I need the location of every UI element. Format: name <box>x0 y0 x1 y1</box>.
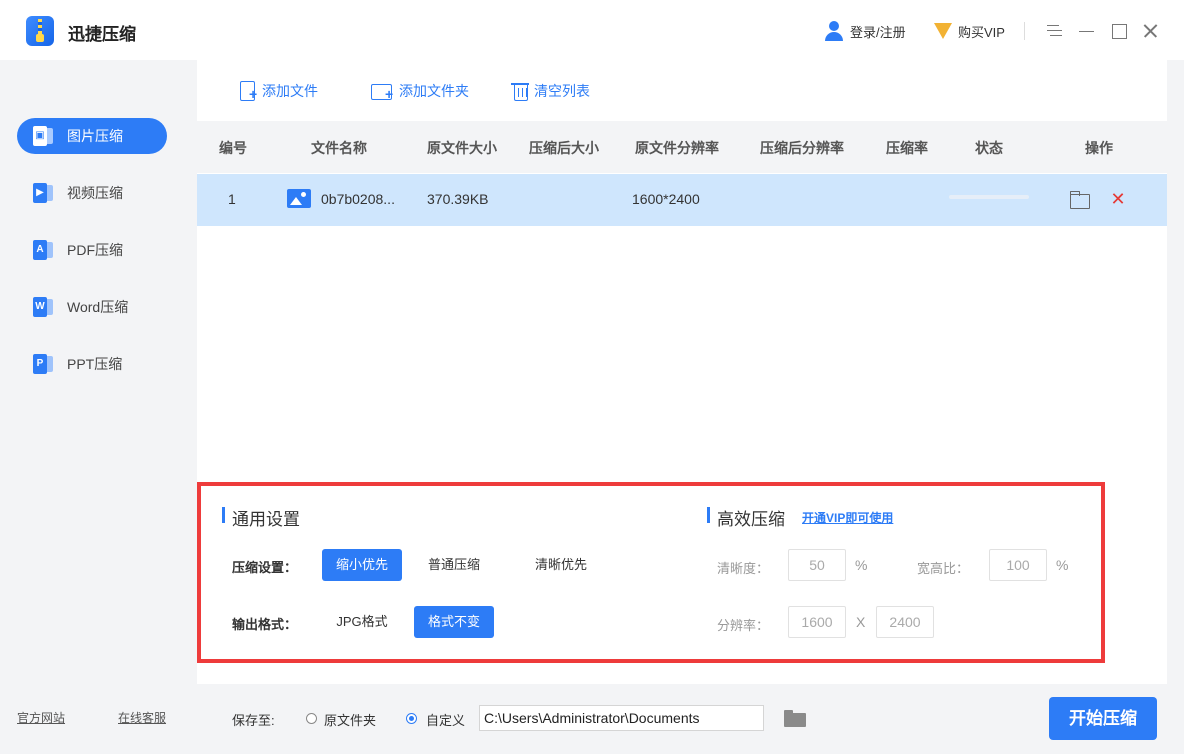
col-compressed-resolution: 压缩后分辨率 <box>760 140 844 156</box>
login-label: 登录/注册 <box>850 24 906 40</box>
settings-highlight-box <box>197 482 1105 663</box>
image-compress-icon: ▣ <box>33 126 53 146</box>
col-status: 状态 <box>975 140 1003 156</box>
video-compress-icon: ▶ <box>33 183 53 203</box>
sidebar-item-pdf-compress[interactable]: A PDF压缩 <box>17 232 167 268</box>
pdf-compress-icon: A <box>33 240 53 260</box>
add-folder-label: 添加文件夹 <box>399 83 469 99</box>
open-folder-icon[interactable] <box>1070 191 1090 209</box>
sidebar-item-image-compress[interactable]: ▣ 图片压缩 <box>17 118 167 154</box>
save-to-label: 保存至: <box>232 713 275 728</box>
sidebar-item-label: 图片压缩 <box>67 128 123 144</box>
original-folder-label[interactable]: 原文件夹 <box>324 710 376 729</box>
radio-original-folder[interactable] <box>306 713 317 724</box>
buy-vip-label: 购买VIP <box>958 24 1005 40</box>
clear-list-label: 清空列表 <box>534 83 590 99</box>
app-logo-icon <box>26 16 54 46</box>
add-file-icon <box>238 81 258 101</box>
radio-custom-folder[interactable] <box>406 713 417 724</box>
row-filename: 0b7b0208... <box>321 191 395 207</box>
clear-list-button[interactable]: 清空列表 <box>510 81 590 101</box>
word-compress-icon: W <box>33 297 53 317</box>
sidebar-item-label: PDF压缩 <box>67 242 123 258</box>
browse-folder-icon[interactable] <box>784 709 806 727</box>
col-filename: 文件名称 <box>311 140 367 156</box>
col-compressed-size: 压缩后大小 <box>529 140 599 156</box>
sidebar-item-word-compress[interactable]: W Word压缩 <box>17 289 167 325</box>
row-original-resolution: 1600*2400 <box>632 191 700 207</box>
online-support-link[interactable]: 在线客服 <box>118 709 166 726</box>
maximize-icon[interactable] <box>1108 20 1130 42</box>
app-title: 迅捷压缩 <box>68 25 136 44</box>
output-path-input[interactable] <box>479 705 764 731</box>
add-file-label: 添加文件 <box>262 83 318 99</box>
add-folder-button[interactable]: 添加文件夹 <box>371 81 469 101</box>
official-website-link[interactable]: 官方网站 <box>17 709 65 726</box>
col-index: 编号 <box>219 140 247 156</box>
title-bar: 迅捷压缩 登录/注册 购买VIP <box>0 0 1184 60</box>
col-original-size: 原文件大小 <box>427 140 497 156</box>
start-compress-button[interactable]: 开始压缩 <box>1049 697 1157 740</box>
delete-icon[interactable]: ✕ <box>1110 190 1126 208</box>
login-button[interactable]: 登录/注册 <box>824 21 906 41</box>
custom-folder-label[interactable]: 自定义 <box>426 710 465 729</box>
status-progress-bar <box>949 195 1029 199</box>
col-original-resolution: 原文件分辨率 <box>635 140 719 156</box>
row-original-size: 370.39KB <box>427 191 489 207</box>
trash-icon <box>510 81 530 101</box>
sidebar-item-label: 视频压缩 <box>67 185 123 201</box>
vip-icon <box>934 21 952 41</box>
image-file-icon <box>287 189 311 208</box>
col-ratio: 压缩率 <box>886 140 928 156</box>
buy-vip-button[interactable]: 购买VIP <box>934 21 1005 41</box>
title-divider <box>1024 22 1025 40</box>
sidebar <box>0 60 182 754</box>
sidebar-item-video-compress[interactable]: ▶ 视频压缩 <box>17 175 167 211</box>
ppt-compress-icon: P <box>33 354 53 374</box>
menu-icon[interactable] <box>1044 20 1066 42</box>
sidebar-item-label: PPT压缩 <box>67 356 123 372</box>
row-index: 1 <box>228 191 236 207</box>
minimize-icon[interactable] <box>1076 20 1098 42</box>
sidebar-item-ppt-compress[interactable]: P PPT压缩 <box>17 346 167 382</box>
close-window-icon[interactable] <box>1140 20 1162 42</box>
sidebar-item-label: Word压缩 <box>67 299 129 315</box>
add-folder-icon <box>371 81 395 101</box>
add-file-button[interactable]: 添加文件 <box>238 81 318 101</box>
user-icon <box>824 21 844 41</box>
col-actions: 操作 <box>1085 140 1113 156</box>
